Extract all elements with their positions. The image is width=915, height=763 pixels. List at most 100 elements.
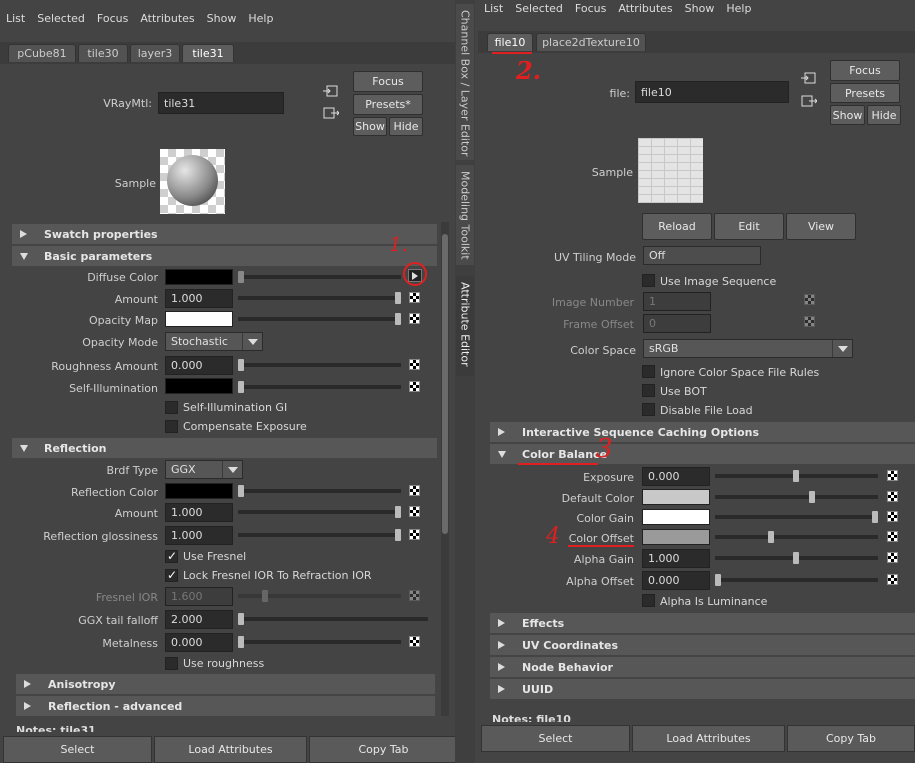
section-swatch-properties[interactable]: Swatch properties — [12, 224, 437, 244]
hide-button[interactable]: Hide — [867, 105, 901, 125]
alpha-offset-map-icon[interactable] — [887, 574, 898, 585]
alpha-offset-slider[interactable] — [715, 574, 878, 586]
tab-pcube81[interactable]: pCube81 — [8, 44, 76, 62]
section-uv-coordinates[interactable]: UV Coordinates — [490, 635, 915, 655]
exposure-slider[interactable] — [715, 470, 878, 482]
vtab-attribute-editor[interactable]: Attribute Editor — [456, 276, 474, 376]
alpha-lum-checkbox[interactable] — [642, 594, 655, 607]
alpha-gain-field[interactable]: 1.000 — [642, 549, 710, 568]
default-color-swatch[interactable] — [642, 489, 710, 505]
exposure-map-icon[interactable] — [887, 470, 898, 481]
refl-gloss-slider[interactable] — [238, 529, 401, 541]
color-gain-slider[interactable] — [715, 511, 878, 523]
uv-tiling-dropdown[interactable]: Off — [643, 246, 761, 265]
show-button[interactable]: Show — [830, 105, 865, 125]
color-gain-swatch[interactable] — [642, 509, 710, 525]
menu-selected[interactable]: Selected — [37, 12, 85, 25]
self-illum-gi-checkbox[interactable] — [165, 401, 178, 414]
use-roughness-checkbox[interactable] — [165, 657, 178, 670]
menu-focus[interactable]: Focus — [575, 2, 606, 15]
hide-button[interactable]: Hide — [389, 117, 423, 136]
output-connection-icon[interactable] — [801, 94, 817, 108]
ggx-tail-field[interactable]: 2.000 — [165, 610, 233, 629]
vtab-modeling-toolkit[interactable]: Modeling Toolkit — [456, 165, 474, 265]
alpha-gain-map-icon[interactable] — [887, 552, 898, 563]
default-color-slider[interactable] — [715, 491, 878, 503]
vtab-channel-box[interactable]: Channel Box / Layer Editor — [456, 4, 474, 160]
section-color-balance[interactable]: Color Balance — [490, 444, 915, 464]
menu-show[interactable]: Show — [207, 12, 237, 25]
menu-show[interactable]: Show — [685, 2, 715, 15]
menu-list[interactable]: List — [484, 2, 503, 15]
refl-color-map-icon[interactable] — [409, 485, 420, 496]
menu-focus[interactable]: Focus — [97, 12, 128, 25]
input-connection-icon[interactable] — [323, 84, 339, 98]
tab-place2dtexture10[interactable]: place2dTexture10 — [536, 33, 646, 51]
refl-gloss-map-icon[interactable] — [409, 529, 420, 540]
refl-amount-field[interactable]: 1.000 — [165, 503, 233, 522]
section-effects[interactable]: Effects — [490, 613, 915, 633]
ignore-cs-checkbox[interactable] — [642, 365, 655, 378]
color-space-dropdown[interactable]: sRGB — [643, 339, 853, 358]
section-basic-parameters[interactable]: Basic parameters — [12, 246, 437, 266]
menu-selected[interactable]: Selected — [515, 2, 563, 15]
default-color-map-icon[interactable] — [887, 491, 898, 502]
select-button[interactable]: Select — [3, 736, 152, 763]
load-attributes-button[interactable]: Load Attributes — [632, 725, 785, 752]
amount-slider[interactable] — [238, 292, 401, 304]
brdf-dropdown[interactable]: GGX — [165, 460, 243, 479]
exposure-field[interactable]: 0.000 — [642, 467, 710, 486]
use-fresnel-checkbox[interactable] — [165, 549, 178, 563]
use-image-seq-checkbox[interactable] — [642, 274, 655, 287]
opacity-map-slider[interactable] — [238, 313, 401, 325]
refl-amount-slider[interactable] — [238, 506, 401, 518]
metalness-map-icon[interactable] — [409, 636, 420, 647]
menu-help[interactable]: Help — [248, 12, 273, 25]
tab-file10[interactable]: file10 — [487, 33, 533, 51]
opacity-map-swatch[interactable] — [165, 311, 233, 327]
section-anisotropy[interactable]: Anisotropy — [16, 674, 435, 694]
opacity-map-icon[interactable] — [409, 313, 420, 324]
node-name-field[interactable]: tile31 — [158, 92, 284, 114]
tab-tile31[interactable]: tile31 — [182, 44, 234, 62]
metalness-slider[interactable] — [238, 636, 401, 648]
menu-help[interactable]: Help — [726, 2, 751, 15]
edit-button[interactable]: Edit — [714, 213, 784, 240]
section-uuid[interactable]: UUID — [490, 679, 915, 699]
use-bot-checkbox[interactable] — [642, 384, 655, 397]
tab-tile30[interactable]: tile30 — [78, 44, 128, 62]
section-reflection-advanced[interactable]: Reflection - advanced — [16, 696, 435, 716]
color-offset-map-icon[interactable] — [887, 531, 898, 542]
roughness-map-icon[interactable] — [409, 359, 420, 370]
color-offset-slider[interactable] — [715, 531, 878, 543]
menu-list[interactable]: List — [6, 12, 25, 25]
left-scrollbar[interactable] — [441, 222, 449, 716]
presets-button[interactable]: Presets — [830, 83, 900, 103]
lock-fresnel-checkbox[interactable] — [165, 568, 178, 582]
self-illum-swatch[interactable] — [165, 378, 233, 394]
section-interactive-caching[interactable]: Interactive Sequence Caching Options — [490, 422, 915, 442]
section-reflection[interactable]: Reflection — [12, 438, 437, 458]
tab-layer3[interactable]: layer3 — [130, 44, 180, 62]
refl-gloss-field[interactable]: 1.000 — [165, 526, 233, 545]
diffuse-color-swatch[interactable] — [165, 269, 233, 285]
presets-button[interactable]: Presets* — [353, 94, 423, 115]
metalness-field[interactable]: 0.000 — [165, 633, 233, 652]
menu-attributes[interactable]: Attributes — [618, 2, 672, 15]
refl-amount-map-icon[interactable] — [409, 506, 420, 517]
opacity-mode-dropdown[interactable]: Stochastic — [165, 332, 263, 351]
amount-field[interactable]: 1.000 — [165, 289, 233, 308]
output-connection-icon[interactable] — [323, 106, 339, 120]
focus-button[interactable]: Focus — [353, 71, 423, 92]
input-connection-icon[interactable] — [801, 71, 817, 85]
amount-map-icon[interactable] — [409, 292, 420, 303]
view-button[interactable]: View — [786, 213, 856, 240]
self-illum-map-icon[interactable] — [409, 381, 420, 392]
focus-button[interactable]: Focus — [830, 60, 900, 81]
alpha-gain-slider[interactable] — [715, 552, 878, 564]
show-button[interactable]: Show — [353, 117, 387, 136]
comp-exposure-checkbox[interactable] — [165, 420, 178, 433]
roughness-field[interactable]: 0.000 — [165, 356, 233, 375]
menu-attributes[interactable]: Attributes — [140, 12, 194, 25]
alpha-offset-field[interactable]: 0.000 — [642, 571, 710, 590]
